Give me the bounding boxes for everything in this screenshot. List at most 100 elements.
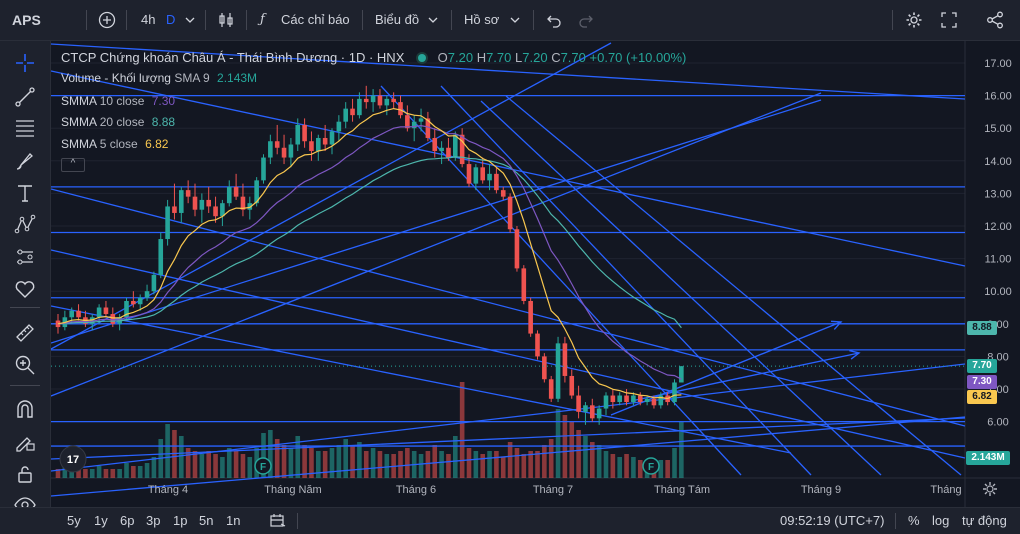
candle-body [610,395,616,403]
smma10-legend[interactable]: SMMA 10 close 7.30 [61,94,175,108]
fib-retracement-icon[interactable] [13,116,37,140]
undo-icon[interactable] [546,12,562,28]
volume-bar [336,445,342,478]
chevron-down-icon[interactable] [185,16,195,24]
time-axis-label: Tháng 6 [396,484,436,496]
volume-bar [165,424,170,478]
forecast-tool-icon[interactable] [13,245,37,269]
range-1y[interactable]: 1y [94,508,108,534]
indicators-button[interactable]: Các chỉ báo [281,0,350,40]
time-axis: Tháng 4 Tháng Năm Tháng 6 Tháng 7 Tháng Tám T… [148,482,997,496]
volume-bar [103,469,109,478]
symbol-label[interactable]: APS [12,0,41,40]
pattern-tool-icon[interactable] [13,213,37,237]
fullscreen-icon[interactable] [941,12,957,28]
candle-body [542,356,547,380]
lock-icon[interactable] [13,462,37,486]
zoom-in-icon[interactable] [13,353,37,377]
volume-legend-value: 2.143M [217,71,258,85]
low-value: 7.20 [522,50,548,65]
text-tool-icon[interactable] [13,181,37,205]
candle-body [679,366,684,383]
volume-bar [569,421,575,478]
indicators-fx-icon[interactable]: ƒ [260,0,265,40]
volume-bar [453,436,458,478]
log-scale-toggle[interactable]: log [932,508,949,534]
volume-bar [226,448,232,478]
candle-body [179,190,184,213]
candles-chart-type-icon[interactable] [217,11,235,29]
price-chart[interactable]: 17.00 16.00 15.00 14.00 13.00 12.00 11.00 10.00… [51,41,1020,507]
time-axis-label: Tháng Tám [654,484,710,496]
trend-line [480,100,882,476]
redo-icon[interactable] [578,12,594,28]
candle-body [343,108,348,122]
share-icon[interactable] [986,11,1004,29]
candle-body [514,229,520,269]
volume-legend[interactable]: Volume - Khối lượng SMA 9 2.143M [61,71,257,85]
candle-body [329,131,335,145]
candle-body [165,206,170,240]
chart-menu-button[interactable]: Biểu đồ [375,0,419,40]
volume-bar [439,451,444,478]
ruler-icon[interactable] [13,321,37,345]
candle-body [446,147,451,158]
date-range-icon[interactable] [270,514,286,528]
tradingview-logo: 17 [59,445,87,473]
candle-body [473,167,479,184]
chevron-down-icon[interactable] [510,16,520,24]
crosshair-icon[interactable] [13,51,37,75]
financials-event-marker[interactable]: F [254,457,272,475]
settings-gear-icon[interactable] [905,11,923,29]
volume-bar [370,448,376,478]
volume-bar [637,460,643,478]
volume-bar [432,445,438,478]
range-3p[interactable]: 3p [146,508,160,534]
volume-bar [350,445,355,478]
candle-body [377,95,383,106]
magnet-icon[interactable] [13,398,37,422]
price-axis-label: 15.00 [984,123,1012,135]
market-status-dot [418,54,426,62]
top-toolbar: APS 4h D ƒ Các chỉ báo Biểu đồ Hồ sơ [0,0,1020,41]
chevron-down-icon[interactable] [428,16,438,24]
heart-icon[interactable] [13,277,37,301]
lock-drawings-pencil-icon[interactable] [13,430,37,454]
price-axis-label: 14.00 [984,156,1012,168]
profile-button[interactable]: Hồ sơ [464,0,499,40]
volume-bar [590,442,595,478]
range-6p[interactable]: 6p [120,508,134,534]
volume-bar [151,457,157,478]
range-5n[interactable]: 5n [199,508,213,534]
smma5-legend[interactable]: SMMA 5 close 6.82 [61,137,168,151]
price-axis: 17.00 16.00 15.00 14.00 13.00 12.00 11.00 10.00… [984,58,1012,429]
compare-add-icon[interactable] [98,11,116,29]
candle-body [357,98,362,116]
clock-time[interactable]: 09:52:19 (UTC+7) [780,508,884,534]
volume-bar [672,448,677,478]
candle-body [631,395,636,403]
candle-body [302,124,307,142]
interval-4h[interactable]: 4h [141,0,155,40]
volume-bar [357,442,362,478]
financials-event-marker[interactable]: F [642,457,660,475]
range-1p[interactable]: 1p [173,508,187,534]
volume-bar [679,421,684,478]
range-5y[interactable]: 5y [67,508,81,534]
percent-scale-toggle[interactable]: % [908,508,920,534]
candle-body [103,307,109,315]
range-1n[interactable]: 1n [226,508,240,534]
candle-body [281,147,287,158]
smma5-line [57,107,682,400]
smma20-legend[interactable]: SMMA 20 close 8.88 [61,115,175,129]
legend-collapse-icon[interactable]: ^ [61,158,85,172]
axis-settings-gear-icon[interactable] [983,482,997,496]
candle-body [487,173,492,181]
divider [205,10,206,30]
interval-d[interactable]: D [166,0,175,40]
user-drawings [51,42,966,497]
brush-icon[interactable] [13,149,37,173]
auto-scale-toggle[interactable]: tự động [962,508,1007,534]
trend-line-icon[interactable] [13,85,37,109]
volume-bar [322,451,328,478]
